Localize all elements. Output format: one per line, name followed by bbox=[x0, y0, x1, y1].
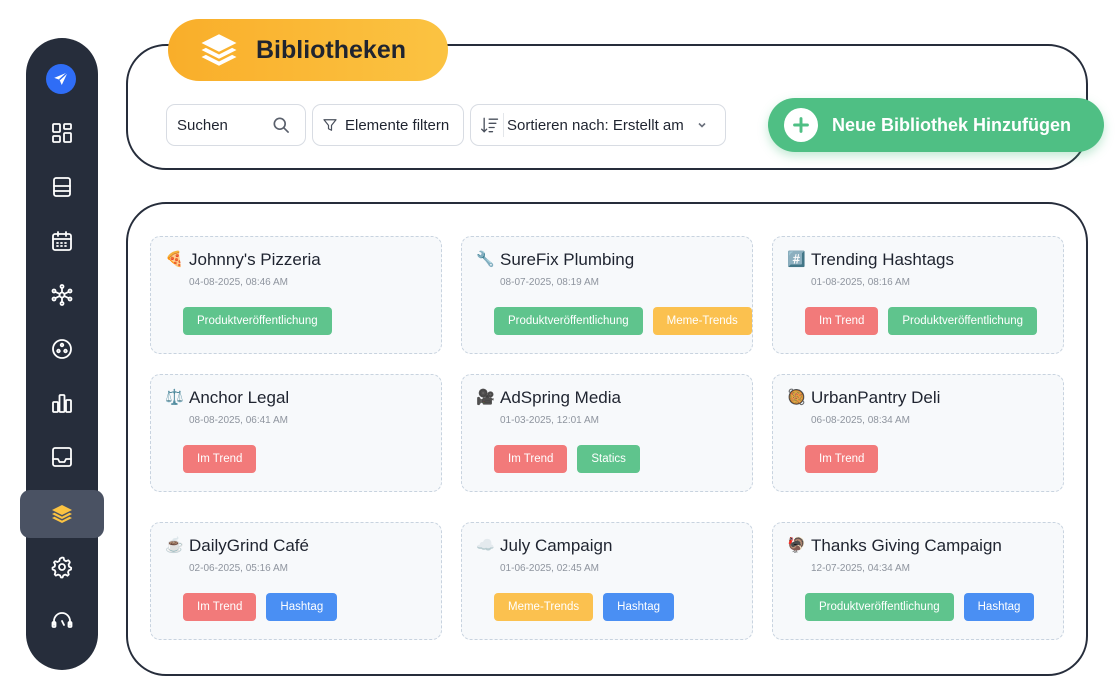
tag-badge[interactable]: Im Trend bbox=[805, 445, 879, 473]
page-title: Bibliotheken bbox=[256, 35, 407, 64]
tag-list: Produktveröffentlichung bbox=[183, 307, 332, 335]
tag-list: Im Trend bbox=[805, 445, 879, 473]
library-card[interactable]: #️⃣ Trending Hashtags 01-08-2025, 08:16 AM… bbox=[772, 236, 1064, 354]
library-name: Thanks Giving Campaign bbox=[811, 536, 1002, 555]
library-emoji-icon: 🦃 bbox=[787, 537, 806, 554]
library-name: SureFix Plumbing bbox=[500, 250, 635, 269]
sort-divider bbox=[503, 113, 504, 137]
tag-badge[interactable]: Hashtag bbox=[266, 593, 338, 621]
tag-list: Im Trend Statics bbox=[494, 445, 640, 473]
library-name: UrbanPantry Deli bbox=[811, 388, 941, 407]
library-date: 06-08-2025, 08:34 AM bbox=[811, 415, 910, 426]
sidebar-item-dashboard[interactable] bbox=[26, 110, 98, 156]
library-card[interactable]: 🔧 SureFix Plumbing 08-07-2025, 08:19 AM Pro… bbox=[461, 236, 753, 354]
tag-list: Im Trend bbox=[183, 445, 257, 473]
filter-label: Elemente filtern bbox=[345, 116, 450, 134]
library-name: Johnny's Pizzeria bbox=[189, 250, 321, 269]
library-emoji-icon: 🎥 bbox=[476, 389, 495, 406]
sidebar-item-circle[interactable] bbox=[26, 326, 98, 372]
library-date: 01-08-2025, 08:16 AM bbox=[811, 277, 910, 288]
library-date: 01-03-2025, 12:01 AM bbox=[500, 415, 599, 426]
sidebar-item-analytics[interactable] bbox=[26, 380, 98, 426]
library-card[interactable]: ☁️ July Campaign 01-06-2025, 02:45 AM Meme-… bbox=[461, 522, 753, 640]
tag-badge[interactable]: Produktveröffentlichung bbox=[494, 307, 643, 335]
circle-dots-icon bbox=[52, 339, 72, 359]
tag-badge[interactable]: Produktveröffentlichung bbox=[888, 307, 1038, 335]
add-library-label: Neue Bibliothek Hinzufügen bbox=[832, 114, 1072, 135]
filter-icon bbox=[323, 119, 337, 131]
sidebar-item-libraries[interactable] bbox=[20, 490, 104, 538]
library-name: AdSpring Media bbox=[500, 388, 621, 407]
library-date: 12-07-2025, 04:34 AM bbox=[811, 563, 910, 574]
tag-badge[interactable]: Im Trend bbox=[183, 593, 257, 621]
library-date: 08-07-2025, 08:19 AM bbox=[500, 277, 599, 288]
library-name: Anchor Legal bbox=[189, 388, 290, 407]
support-icon bbox=[51, 612, 73, 628]
search-icon[interactable] bbox=[271, 115, 291, 135]
library-card[interactable]: 🥘 UrbanPantry Deli 06-08-2025, 08:34 AM Im … bbox=[772, 374, 1064, 492]
library-name: DailyGrind Café bbox=[189, 536, 309, 555]
tag-badge[interactable]: Produktveröffentlichung bbox=[805, 593, 954, 621]
sidebar-item-network[interactable] bbox=[26, 272, 98, 318]
library-emoji-icon: ☁️ bbox=[476, 537, 495, 554]
library-emoji-icon: 🍕 bbox=[165, 251, 184, 268]
tag-badge[interactable]: Statics bbox=[577, 445, 640, 473]
tag-badge[interactable]: Im Trend bbox=[805, 307, 879, 335]
sidebar-item-support[interactable] bbox=[26, 598, 98, 644]
library-card[interactable]: 🍕 Johnny's Pizzeria 04-08-2025, 08:46 AM Pr… bbox=[150, 236, 442, 354]
tag-badge[interactable]: Im Trend bbox=[183, 445, 257, 473]
calendar-icon bbox=[52, 231, 72, 251]
tag-badge[interactable]: Hashtag bbox=[603, 593, 674, 621]
tag-list: Meme-Trends Hashtag bbox=[494, 593, 674, 621]
inbox-icon bbox=[52, 447, 72, 467]
library-card[interactable]: ☕ DailyGrind Café 02-06-2025, 05:16 AM Im T… bbox=[150, 522, 442, 640]
sidebar-item-settings[interactable] bbox=[26, 544, 98, 590]
library-date: 08-08-2025, 06:41 AM bbox=[189, 415, 288, 426]
sort-label: Sortieren nach: Erstellt am bbox=[507, 116, 684, 134]
layers-icon bbox=[52, 505, 72, 523]
library-emoji-icon: ⚖️ bbox=[165, 389, 184, 406]
tag-badge[interactable]: Meme-Trends bbox=[652, 307, 752, 335]
tag-list: Produktveröffentlichung Hashtag bbox=[805, 593, 1035, 621]
page-title-badge: Bibliotheken bbox=[168, 19, 448, 81]
sort-dropdown[interactable]: Sortieren nach: Erstellt am bbox=[470, 104, 726, 146]
sidebar-item-inbox[interactable] bbox=[26, 434, 98, 480]
sidebar-item-library-book[interactable] bbox=[26, 164, 98, 210]
search-input[interactable]: Suchen bbox=[166, 104, 306, 146]
tag-badge[interactable]: Meme-Trends bbox=[494, 593, 594, 621]
tag-list: Im Trend Produktveröffentlichung bbox=[805, 307, 1038, 335]
tag-badge[interactable]: Produktveröffentlichung bbox=[183, 307, 332, 335]
sort-icon bbox=[481, 117, 499, 133]
library-name: July Campaign bbox=[500, 536, 613, 555]
send-logo-icon[interactable] bbox=[46, 64, 76, 94]
library-date: 04-08-2025, 08:46 AM bbox=[189, 277, 288, 288]
library-card[interactable]: 🎥 AdSpring Media 01-03-2025, 12:01 AM Im Tr… bbox=[461, 374, 753, 492]
add-library-button[interactable]: Neue Bibliothek Hinzufügen bbox=[768, 98, 1104, 152]
gear-icon bbox=[51, 556, 73, 579]
library-name: Trending Hashtags bbox=[811, 250, 955, 269]
book-icon bbox=[53, 177, 71, 197]
tag-list: Im Trend Hashtag bbox=[183, 593, 338, 621]
library-emoji-icon: 🔧 bbox=[476, 251, 495, 268]
search-placeholder: Suchen bbox=[177, 116, 228, 134]
library-card[interactable]: 🦃 Thanks Giving Campaign 12-07-2025, 04:34… bbox=[772, 522, 1064, 640]
dashboard-icon bbox=[52, 123, 72, 143]
tag-badge[interactable]: Hashtag bbox=[963, 593, 1035, 621]
library-emoji-icon: #️⃣ bbox=[787, 251, 806, 268]
library-emoji-icon: ☕ bbox=[165, 537, 184, 554]
sidebar bbox=[20, 38, 104, 670]
library-emoji-icon: 🥘 bbox=[787, 389, 806, 406]
chevron-down-icon bbox=[698, 122, 706, 128]
library-date: 01-06-2025, 02:45 AM bbox=[500, 563, 599, 574]
tag-list: Produktveröffentlichung Meme-Trends bbox=[494, 307, 752, 335]
library-date: 02-06-2025, 05:16 AM bbox=[189, 563, 288, 574]
layers-icon bbox=[201, 34, 237, 66]
bar-chart-icon bbox=[52, 394, 72, 413]
library-card[interactable]: ⚖️ Anchor Legal 08-08-2025, 06:41 AM Im Tre… bbox=[150, 374, 442, 492]
plus-icon bbox=[784, 108, 818, 142]
network-icon bbox=[51, 284, 73, 306]
sidebar-item-calendar[interactable] bbox=[26, 218, 98, 264]
tag-badge[interactable]: Im Trend bbox=[494, 445, 568, 473]
filter-button[interactable]: Elemente filtern bbox=[312, 104, 464, 146]
